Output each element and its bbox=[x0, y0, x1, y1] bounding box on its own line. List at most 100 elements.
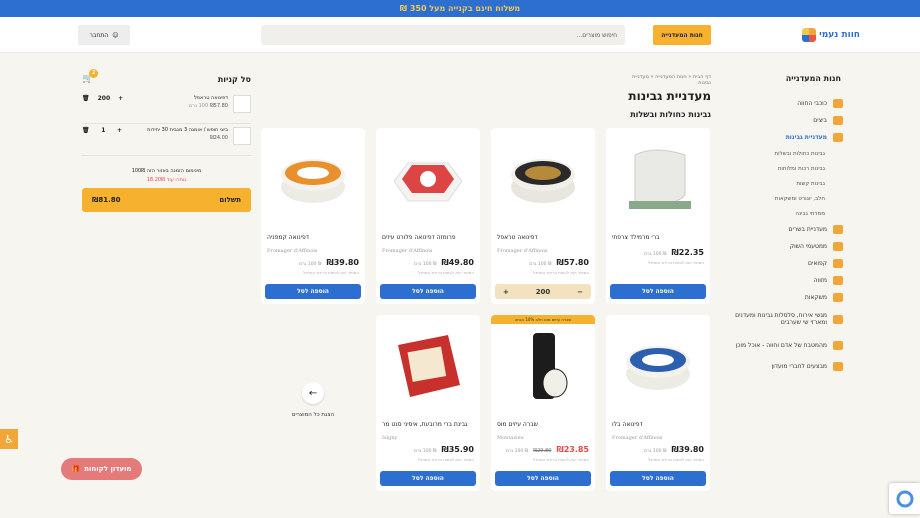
product-name[interactable]: גבינת ברי מרובעת, איסיני סנט מר bbox=[382, 421, 474, 431]
sidebar-item[interactable]: חלב, יוגורט ומשקאות bbox=[718, 191, 843, 206]
product-brand: Fromager d'Affinois bbox=[497, 248, 548, 254]
minus-icon[interactable]: − bbox=[577, 288, 583, 296]
plus-icon[interactable]: + bbox=[117, 127, 122, 134]
product-card[interactable]: דפינואה קמפניה Fromager d'Affinois ₪39.80 ₪… bbox=[261, 128, 365, 304]
cart-item-thumbnail[interactable] bbox=[233, 127, 251, 145]
product-card[interactable]: דפינואה בלו Fromager d'Affinois ₪39.80 ₪ 10… bbox=[606, 315, 710, 491]
product-price: ₪22.35 bbox=[671, 248, 704, 257]
product-image[interactable] bbox=[382, 315, 474, 415]
product-image[interactable] bbox=[382, 128, 474, 228]
quantity-stepper[interactable]: − 200 + bbox=[495, 284, 591, 299]
login-button[interactable]: ☺ התחבר bbox=[78, 25, 130, 45]
login-label: התחבר bbox=[89, 31, 109, 39]
store-button[interactable]: חנות המעדנייה bbox=[653, 25, 711, 45]
product-image[interactable] bbox=[612, 128, 704, 228]
product-name[interactable]: דפינואה קמפניה bbox=[267, 234, 359, 244]
product-unit: ₪ 100 גרם bbox=[529, 262, 552, 267]
product-name[interactable]: דפינואה בלו bbox=[612, 421, 704, 431]
cart-item-thumbnail[interactable] bbox=[233, 95, 251, 113]
sidebar-item[interactable]: כוכבי החווה bbox=[718, 95, 843, 112]
cart-icon[interactable]: 🛒 2 bbox=[82, 69, 99, 84]
gift-icon: 🎁 bbox=[71, 465, 81, 473]
sidebar-item[interactable]: מבצעים לחברי מועדון bbox=[718, 358, 843, 375]
product-image[interactable] bbox=[612, 315, 704, 415]
product-card[interactable]: דפינואה טראפל Fromager d'Affinois ₪57.80 ₪ … bbox=[491, 128, 595, 304]
user-icon: ☺ bbox=[112, 31, 119, 39]
sidebar-item-label: מעדניית בשרים bbox=[788, 226, 827, 233]
add-to-cart-button[interactable]: הוספה לסל bbox=[610, 471, 706, 486]
search-input[interactable]: חיפוש מוצרים... bbox=[261, 25, 625, 45]
product-unit: ₪ 100 גרם bbox=[505, 449, 529, 454]
cart-item-name[interactable]: דפינואה טראפל bbox=[127, 95, 228, 101]
cart-count-badge: 2 bbox=[89, 69, 99, 78]
recaptcha-badge[interactable] bbox=[889, 483, 920, 514]
product-price: ₪39.80 bbox=[326, 258, 359, 267]
accessibility-icon[interactable]: ♿ bbox=[0, 429, 18, 449]
page-title: מעדניית גבינות bbox=[628, 89, 711, 103]
sidebar-item[interactable]: מעדניית גבינות bbox=[718, 129, 843, 146]
product-unit: ₪ 100 גרם bbox=[414, 262, 437, 267]
add-to-cart-button[interactable]: הוספה לסל bbox=[495, 471, 591, 486]
product-name[interactable]: ברי מרמילד צרפתי bbox=[612, 234, 704, 244]
sidebar-item[interactable]: ממטעמי השוק bbox=[718, 238, 843, 255]
product-name[interactable]: שברה עיזים מוס bbox=[497, 421, 589, 431]
trash-icon[interactable]: 🗑 bbox=[82, 95, 90, 102]
product-old-price: ₪29.80 bbox=[533, 448, 552, 454]
sidebar-item[interactable]: גבינות כחולות ובשלות bbox=[718, 146, 843, 161]
product-brand: Fromager d'Affinois bbox=[612, 435, 663, 441]
search-placeholder: חיפוש מוצרים... bbox=[576, 31, 617, 39]
quantity-value: 200 bbox=[535, 287, 551, 296]
price-note: המחיר הוא לכמות ברירת המחדל bbox=[532, 270, 589, 275]
price-note: המחיר הוא לכמות ברירת המחדל bbox=[647, 260, 704, 265]
product-image[interactable] bbox=[267, 128, 359, 228]
product-unit: ₪ 100 גרם bbox=[414, 449, 437, 454]
sidebar-item[interactable]: גבינות קשות bbox=[718, 176, 843, 191]
product-card[interactable]: ברי מרמילד צרפתי ₪22.35 ₪ 100 גרם המחיר הוא… bbox=[606, 128, 710, 304]
sidebar-item[interactable]: משקאות bbox=[718, 289, 843, 306]
add-to-cart-button[interactable]: הוספה לסל bbox=[380, 284, 476, 299]
product-image[interactable] bbox=[497, 128, 589, 228]
add-to-cart-button[interactable]: הוספה לסל bbox=[265, 284, 361, 299]
product-unit: ₪ 100 גרם bbox=[644, 252, 667, 257]
recaptcha-icon bbox=[896, 490, 913, 507]
product-card[interactable]: פרומזה דפינואה פלורט עיזים Fromager d'Aff… bbox=[376, 128, 480, 304]
cart-item: דפינואה טראפל ₪57.80 100 גרם 🗑 200 + bbox=[82, 92, 251, 124]
product-image[interactable] bbox=[497, 315, 589, 415]
sidebar-item[interactable]: מגשי אירוח, סלסלות גבינות ומעדנים ומארזי… bbox=[718, 306, 843, 332]
plus-icon[interactable]: + bbox=[118, 95, 123, 102]
sidebar-item[interactable]: ביצים bbox=[718, 112, 843, 129]
product-price: ₪35.90 bbox=[441, 445, 474, 454]
page-subtitle: גבינות כחולות ובשלות bbox=[630, 110, 711, 119]
sidebar-item[interactable]: גבינות רכות ומלוחות bbox=[718, 161, 843, 176]
sidebar-item[interactable]: קפואים bbox=[718, 255, 843, 272]
sidebar-item-label: ממטעמי השוק bbox=[789, 243, 827, 250]
product-card[interactable]: גבינת ברי מרובעת, איסיני סנט מר Isigny ₪35… bbox=[376, 315, 480, 491]
sidebar-item[interactable]: מהמטבח של אדם וחווה - אוכל מוכן bbox=[718, 332, 843, 358]
sidebar-item[interactable]: מזווה bbox=[718, 272, 843, 289]
checkout-label: תשלום bbox=[219, 196, 241, 204]
add-to-cart-button[interactable]: הוספה לסל bbox=[380, 471, 476, 486]
sidebar-item[interactable]: ממרחי גבינה bbox=[718, 206, 843, 221]
product-name[interactable]: פרומזה דפינואה פלורט עיזים bbox=[382, 234, 474, 244]
sidebar-item[interactable]: מעדניית בשרים bbox=[718, 221, 843, 238]
breadcrumb[interactable]: דף הבית « חנות המעדנייה « מעדניית גבינות bbox=[625, 74, 711, 86]
category-icon bbox=[833, 340, 843, 350]
all-products-link[interactable]: ← הצגת כל המוצרים bbox=[285, 382, 341, 418]
cart-item-name[interactable]: ביצי חופש / אומגה 3 מגבית 30 יחידות bbox=[127, 127, 228, 133]
customer-club-button[interactable]: מועדון לקוחות 🎁 bbox=[61, 458, 142, 480]
price-note: המחיר הוא לכמות ברירת המחדל bbox=[417, 457, 474, 462]
cart-item-unit: 100 גרם bbox=[188, 103, 209, 109]
category-icon bbox=[833, 362, 843, 371]
trash-icon[interactable]: 🗑 bbox=[82, 127, 90, 134]
product-card[interactable]: שברה עיזים מוס חלב 10% הנחה שברה עיזים מו… bbox=[491, 315, 595, 491]
site-logo[interactable]: חוות נעמי bbox=[790, 24, 860, 46]
product-price: ₪39.80 bbox=[671, 445, 704, 454]
checkout-button[interactable]: תשלום ₪81.80 bbox=[82, 188, 251, 212]
add-to-cart-button[interactable]: הוספה לסל bbox=[610, 284, 706, 299]
category-icon bbox=[833, 293, 843, 302]
cart-item: ביצי חופש / אומגה 3 מגבית 30 יחידות ₪24.0… bbox=[82, 124, 251, 156]
product-name[interactable]: דפינואה טראפל bbox=[497, 234, 589, 244]
category-icon bbox=[833, 99, 843, 108]
logo-mark-icon bbox=[802, 28, 817, 42]
plus-icon[interactable]: + bbox=[503, 288, 509, 296]
